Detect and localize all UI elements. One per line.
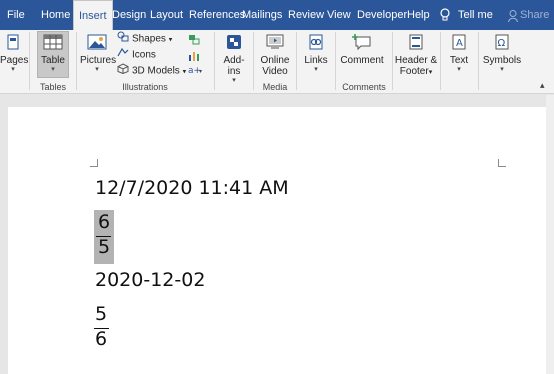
- add-ins-button[interactable]: Add- ins ▾: [218, 34, 250, 85]
- cube-icon: [117, 63, 129, 79]
- chevron-down-icon: ▾: [457, 66, 461, 73]
- group-divider: [253, 32, 254, 90]
- tab-references[interactable]: References: [189, 0, 245, 30]
- icons-label: Icons: [132, 49, 156, 61]
- share-button[interactable]: Share: [520, 0, 549, 30]
- text-button[interactable]: A Text ▾: [444, 34, 474, 74]
- collapse-ribbon-icon[interactable]: ▴: [540, 80, 545, 91]
- add-ins-label-line1: Add-: [223, 55, 245, 66]
- chevron-down-icon: ▾: [314, 66, 318, 73]
- icons-icon: [117, 47, 129, 63]
- header-footer-label-line2: Footer▾: [394, 66, 438, 78]
- 3d-models-label: 3D Models: [132, 65, 180, 77]
- svg-text:A: A: [456, 38, 463, 49]
- chevron-down-icon: ▾: [182, 68, 187, 76]
- group-label-media: Media: [262, 82, 288, 92]
- header-footer-icon: [394, 34, 438, 53]
- group-divider: [478, 32, 479, 90]
- group-divider: [335, 32, 336, 90]
- chevron-down-icon: ▾: [500, 66, 504, 73]
- icons-button[interactable]: Icons: [117, 47, 156, 63]
- person-icon[interactable]: [508, 9, 518, 27]
- chevron-down-icon: ▾: [232, 77, 236, 84]
- chevron-down-icon: ▾: [428, 69, 433, 76]
- pages-label: Pages: [0, 55, 29, 66]
- tab-insert[interactable]: Insert: [73, 0, 113, 30]
- text-label: Text: [449, 55, 469, 66]
- fraction2-denominator[interactable]: 6: [91, 328, 111, 350]
- margin-corner-mark: [90, 159, 98, 167]
- add-ins-icon: [218, 34, 250, 53]
- table-icon: [37, 34, 69, 53]
- chevron-down-icon: ▾: [51, 66, 55, 73]
- add-ins-label-line2: ins: [227, 66, 241, 77]
- tab-developer[interactable]: Developer: [357, 0, 407, 30]
- fraction2-numerator[interactable]: 5: [91, 303, 111, 325]
- comment-label: Comment: [340, 55, 384, 66]
- comment-icon: [339, 34, 385, 53]
- online-video-label-line2: Video: [262, 66, 288, 77]
- video-icon: [257, 34, 293, 53]
- chevron-down-icon: ▾: [95, 66, 99, 73]
- ribbon-tab-bar: File Home Insert Design Layout Reference…: [0, 0, 554, 30]
- online-video-label-line1: Online: [260, 55, 290, 66]
- link-icon: [300, 34, 332, 53]
- pictures-button[interactable]: Pictures ▾: [80, 34, 117, 74]
- tab-view[interactable]: View: [327, 0, 351, 30]
- date-time-text[interactable]: 12/7/2020 11:41 AM: [95, 177, 289, 199]
- group-divider: [76, 32, 77, 90]
- screenshot-icon[interactable]: a+ ▾: [188, 64, 204, 77]
- symbols-button[interactable]: Ω Symbols ▾: [482, 34, 522, 74]
- picture-icon: [80, 34, 114, 53]
- svg-text:Ω: Ω: [498, 38, 506, 49]
- svg-text:▾: ▾: [199, 68, 202, 75]
- header-footer-button[interactable]: Header & Footer▾: [394, 34, 438, 78]
- 3d-models-button[interactable]: 3D Models ▾: [117, 63, 186, 80]
- symbols-label: Symbols: [482, 55, 522, 66]
- insert-ribbon: Pages ▾ Table ▾ Tables Pictures ▾ Shapes…: [0, 30, 554, 94]
- table-button-content[interactable]: Table ▾: [37, 34, 69, 74]
- tab-help[interactable]: Help: [407, 0, 430, 30]
- tab-file[interactable]: File: [7, 0, 25, 30]
- omega-icon: Ω: [482, 34, 522, 53]
- new-comment-button[interactable]: Comment: [339, 34, 385, 66]
- chevron-down-icon: ▾: [168, 36, 173, 44]
- shapes-icon: [117, 31, 129, 47]
- tab-layout[interactable]: Layout: [150, 0, 183, 30]
- tab-review[interactable]: Review: [288, 0, 324, 30]
- header-footer-label-line1: Header &: [394, 55, 438, 66]
- chevron-down-icon: ▾: [11, 66, 15, 73]
- group-divider: [440, 32, 441, 90]
- links-button[interactable]: Links ▾: [300, 34, 332, 74]
- group-label-comments: Comments: [342, 82, 386, 92]
- fraction1-numerator[interactable]: 6: [94, 211, 114, 233]
- tell-me-search[interactable]: Tell me: [458, 0, 493, 30]
- group-label-illustrations: Illustrations: [122, 82, 168, 92]
- header-footer-label-line2-text: Footer: [399, 66, 429, 77]
- shapes-button[interactable]: Shapes ▾: [117, 31, 172, 48]
- online-video-button[interactable]: Online Video: [257, 34, 293, 77]
- tab-mailings[interactable]: Mailings: [242, 0, 282, 30]
- text-box-icon: A: [444, 34, 474, 53]
- date-text[interactable]: 2020-12-02: [95, 269, 205, 291]
- lightbulb-icon[interactable]: [440, 8, 450, 27]
- table-label: Table: [41, 55, 65, 66]
- pages-button[interactable]: Pages ▾: [0, 34, 29, 74]
- shapes-label: Shapes: [132, 33, 166, 45]
- vertical-scrollbar[interactable]: [546, 95, 554, 374]
- margin-corner-mark: [498, 159, 506, 167]
- page-icon: [0, 34, 26, 53]
- group-divider: [392, 32, 393, 90]
- document-page[interactable]: 12/7/2020 11:41 AM 6 5 2020-12-02 5 6: [8, 107, 546, 374]
- pictures-label: Pictures: [80, 55, 117, 66]
- group-label-tables: Tables: [39, 82, 66, 92]
- group-divider: [296, 32, 297, 90]
- fraction1-denominator[interactable]: 5: [94, 236, 114, 258]
- tab-design[interactable]: Design: [112, 0, 146, 30]
- group-divider: [214, 32, 215, 90]
- tab-home[interactable]: Home: [41, 0, 70, 30]
- links-label: Links: [304, 55, 328, 66]
